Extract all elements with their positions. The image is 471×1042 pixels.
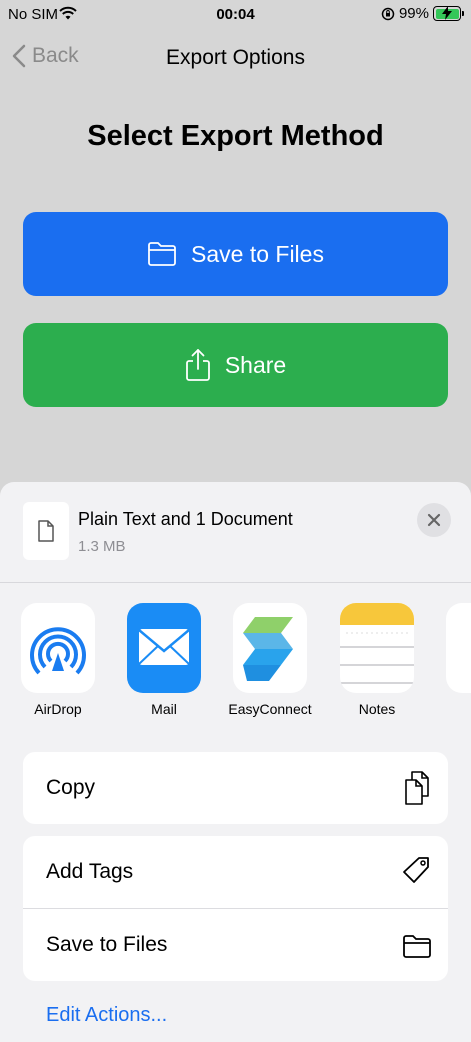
app-label: EasyConnect	[228, 701, 312, 717]
more-icon	[446, 603, 471, 693]
action-group: Add Tags Save to Files	[23, 836, 448, 981]
app-easyconnect[interactable]: EasyConnect	[225, 603, 315, 717]
action-label: Copy	[46, 776, 96, 799]
action-group-copy: Copy	[23, 752, 448, 824]
notes-icon	[340, 603, 414, 693]
tag-icon	[403, 857, 429, 883]
app-notes[interactable]: Notes	[332, 603, 422, 717]
app-label: Notes	[358, 701, 396, 717]
share-icon	[185, 349, 210, 381]
close-icon	[427, 513, 441, 527]
document-icon	[38, 520, 54, 542]
battery-icon	[433, 6, 464, 21]
share-size: 1.3 MB	[78, 538, 126, 555]
folder-icon	[403, 935, 431, 958]
status-bar: No SIM 00:04 99%	[0, 0, 471, 30]
action-label: Save to Files	[46, 933, 168, 956]
action-label: Add Tags	[46, 860, 134, 883]
share-sheet: Plain Text and 1 Document 1.3 MB AirDrop	[0, 482, 471, 1042]
save-to-files-label: Save to Files	[191, 240, 324, 267]
mail-icon	[127, 603, 201, 693]
share-title: Plain Text and 1 Document	[78, 509, 293, 529]
document-thumbnail	[23, 502, 69, 560]
app-mail[interactable]: Mail	[119, 603, 209, 717]
airdrop-icon	[21, 603, 95, 693]
divider	[0, 582, 471, 583]
action-save-to-files[interactable]: Save to Files	[23, 908, 448, 981]
battery-percent: 99%	[398, 5, 429, 22]
share-label: Share	[224, 351, 287, 378]
copy-icon	[405, 771, 429, 805]
action-add-tags[interactable]: Add Tags	[23, 836, 448, 908]
app-row: AirDrop Mail EasyConnect Notes	[0, 603, 471, 723]
action-copy[interactable]: Copy	[23, 752, 448, 824]
share-button[interactable]: Share	[23, 323, 448, 407]
app-label: AirDrop	[34, 701, 82, 717]
easyconnect-icon	[233, 603, 307, 693]
app-airdrop[interactable]: AirDrop	[13, 603, 103, 717]
page-title: Export Options	[166, 46, 305, 69]
app-more[interactable]	[438, 603, 471, 693]
folder-icon	[148, 242, 176, 266]
orientation-lock-icon	[381, 7, 395, 20]
app-label: Mail	[151, 701, 177, 717]
close-button[interactable]	[417, 503, 451, 537]
save-to-files-button[interactable]: Save to Files	[23, 212, 448, 296]
section-heading: Select Export Method	[87, 120, 384, 152]
